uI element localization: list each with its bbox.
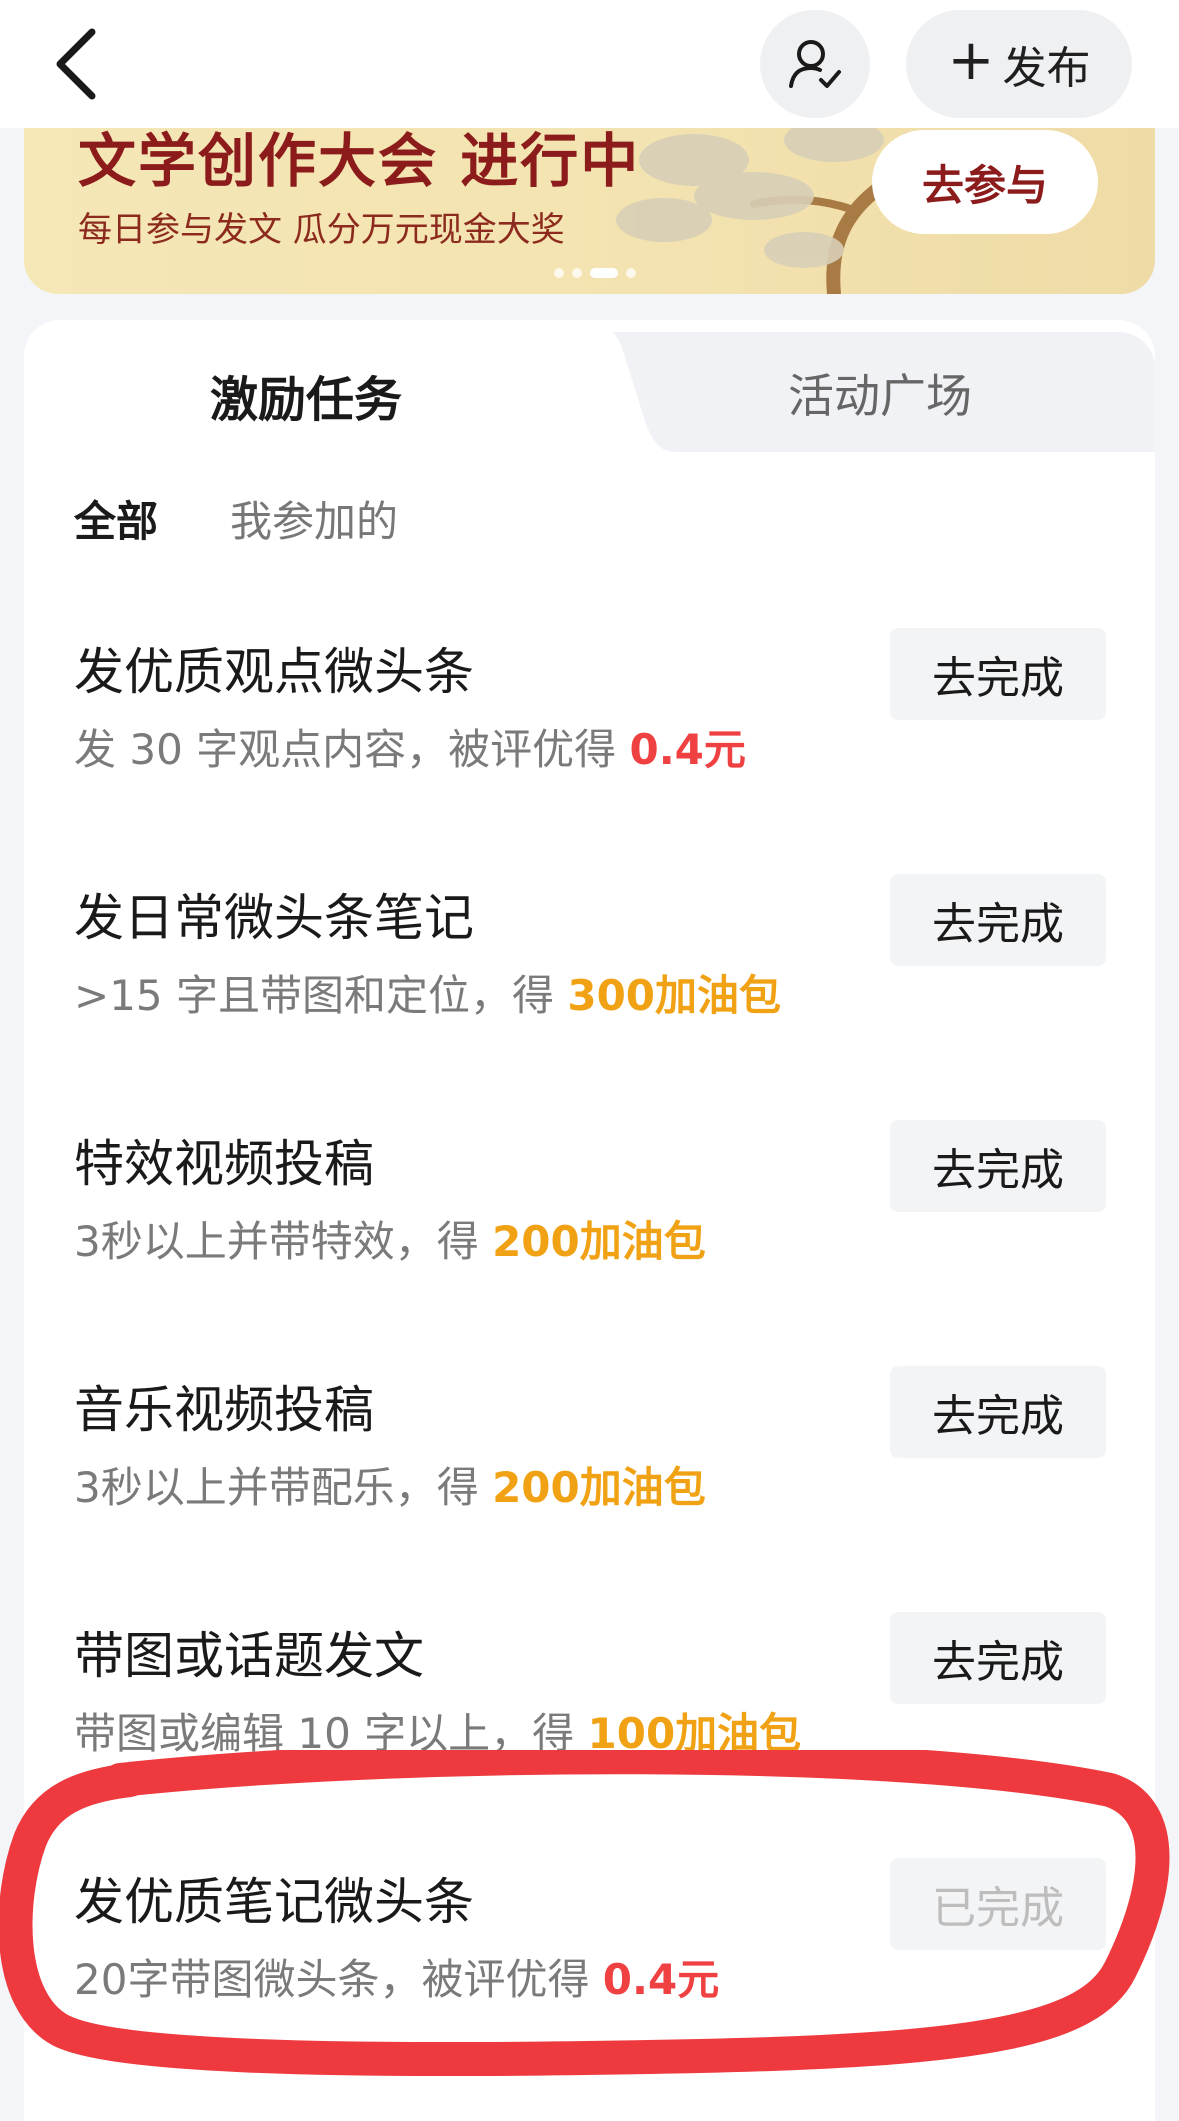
completed-button: 已完成 <box>890 1858 1106 1950</box>
task-desc: 发 30 字观点内容，被评优得 0.4元 <box>74 725 746 774</box>
task-desc: 20字带图微头条，被评优得 0.4元 <box>74 1955 720 2004</box>
go-complete-button[interactable]: 去完成 <box>890 628 1106 720</box>
go-complete-button[interactable]: 去完成 <box>890 1612 1106 1704</box>
plus-icon: + <box>947 28 995 93</box>
user-follow-button[interactable] <box>760 10 870 118</box>
task-item[interactable]: 音乐视频投稿 3秒以上并带配乐，得 200加油包 去完成 <box>24 1366 1155 1616</box>
publish-label: 发布 <box>1002 43 1091 94</box>
top-nav-bar: + 发布 <box>0 0 1179 128</box>
task-title: 发日常微头条笔记 <box>74 889 474 947</box>
task-reward: 0.4元 <box>629 725 746 774</box>
task-title: 发优质观点微头条 <box>74 643 474 701</box>
task-item-completed[interactable]: 发优质笔记微头条 20字带图微头条，被评优得 0.4元 已完成 <box>24 1858 1155 2108</box>
task-desc: 3秒以上并带特效，得 200加油包 <box>74 1217 706 1266</box>
subtab-all[interactable]: 全部 <box>74 488 158 549</box>
task-item[interactable]: 带图或话题发文 带图或编辑 10 字以上，得 100加油包 去完成 <box>24 1612 1155 1862</box>
task-reward: 200加油包 <box>492 1217 706 1266</box>
task-reward: 200加油包 <box>492 1463 706 1512</box>
task-desc: 带图或编辑 10 字以上，得 100加油包 <box>74 1709 802 1758</box>
task-item[interactable]: 特效视频投稿 3秒以上并带特效，得 200加油包 去完成 <box>24 1120 1155 1370</box>
task-title: 发优质笔记微头条 <box>74 1873 474 1931</box>
banner-subtitle: 每日参与发文 瓜分万元现金大奖 <box>78 210 565 250</box>
user-check-icon <box>789 40 841 88</box>
task-title: 特效视频投稿 <box>74 1135 374 1193</box>
carousel-dot-active <box>590 268 618 278</box>
task-reward: 100加油包 <box>587 1709 802 1758</box>
go-complete-button[interactable]: 去完成 <box>890 1120 1106 1212</box>
join-button[interactable]: 去参与 <box>872 130 1098 234</box>
publish-button[interactable]: + 发布 <box>906 10 1132 118</box>
go-complete-button[interactable]: 去完成 <box>890 1366 1106 1458</box>
task-desc: 3秒以上并带配乐，得 200加油包 <box>74 1463 706 1512</box>
tab-activity-plaza[interactable]: 活动广场 <box>788 360 972 426</box>
chevron-left-icon <box>56 28 96 100</box>
tab-incentive-tasks[interactable]: 激励任务 <box>210 360 402 430</box>
event-banner[interactable]: 文学创作大会 进行中 每日参与发文 瓜分万元现金大奖 去参与 <box>24 100 1155 294</box>
carousel-indicator <box>554 268 636 278</box>
carousel-dot <box>554 268 564 278</box>
task-desc: >15 字且带图和定位，得 300加油包 <box>74 971 782 1020</box>
task-item[interactable]: 发优质观点微头条 发 30 字观点内容，被评优得 0.4元 去完成 <box>24 628 1155 878</box>
task-reward: 0.4元 <box>602 1955 720 2004</box>
carousel-dot <box>572 268 582 278</box>
subtab-joined[interactable]: 我参加的 <box>230 488 398 549</box>
task-card: 激励任务 活动广场 全部 我参加的 发优质观点微头条 发 30 字观点内容，被评… <box>24 320 1155 2121</box>
go-complete-button[interactable]: 去完成 <box>890 874 1106 966</box>
task-title: 带图或话题发文 <box>74 1627 424 1685</box>
back-button[interactable] <box>48 26 108 102</box>
task-reward: 300加油包 <box>567 971 782 1020</box>
task-item[interactable]: 发日常微头条笔记 >15 字且带图和定位，得 300加油包 去完成 <box>24 874 1155 1124</box>
task-title: 音乐视频投稿 <box>74 1381 374 1439</box>
carousel-dot <box>626 268 636 278</box>
